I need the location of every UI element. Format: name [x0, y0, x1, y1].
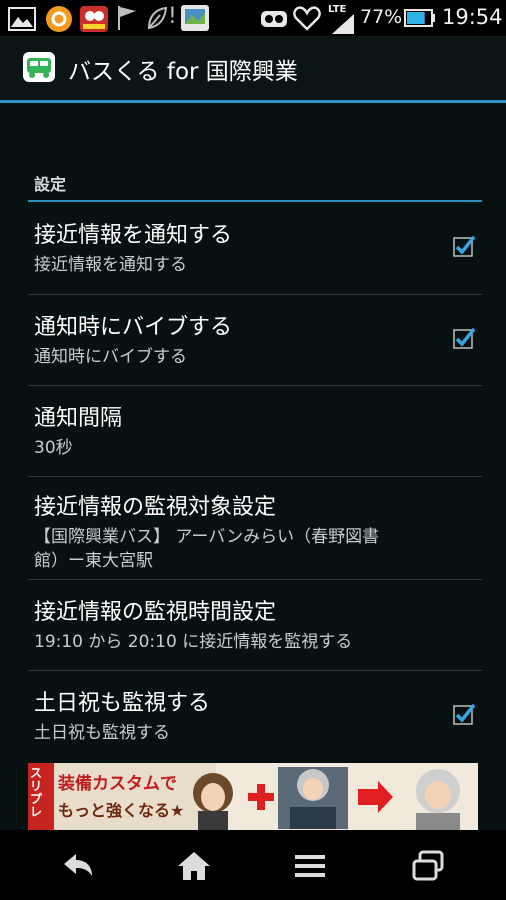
pref-summary: 接近情報を通知する — [34, 255, 187, 275]
heart-icon — [293, 6, 321, 31]
pref-title: 接近情報の監視対象設定 — [34, 495, 277, 520]
section-divider — [28, 200, 482, 202]
home-icon[interactable] — [174, 848, 214, 884]
orange-circle-icon — [46, 6, 72, 32]
settings-list: 設定 接近情報を通知する 接近情報を通知する 通知時にバイブする 通知時にバイブ… — [0, 103, 506, 833]
section-header: 設定 — [34, 175, 67, 194]
status-bar: ! LTE 77% 19:54 — [0, 0, 506, 36]
exclamation-icon: ! — [168, 4, 177, 29]
navigation-bar — [0, 830, 506, 900]
pref-summary-line2: 館）ー東大宮駅 — [34, 551, 153, 571]
app-title: バスくる for 国際興業 — [68, 59, 298, 85]
pref-title: 通知時にバイブする — [34, 315, 233, 340]
pref-notify-approach[interactable]: 接近情報を通知する 接近情報を通知する — [28, 203, 482, 293]
flag-icon — [118, 6, 136, 30]
battery-percent: 77% — [360, 6, 403, 28]
pref-vibrate[interactable]: 通知時にバイブする 通知時にバイブする — [28, 295, 482, 385]
game-icon — [80, 6, 108, 32]
ad-headline-2: もっと強くなる★ — [58, 801, 185, 820]
leaf-icon — [147, 6, 168, 30]
pref-summary-line1: 【国際興業バス】 アーバンみらい（春野図書 — [34, 527, 380, 547]
recent-apps-icon[interactable] — [408, 848, 448, 884]
back-icon[interactable] — [58, 848, 98, 884]
menu-icon[interactable] — [290, 848, 330, 884]
pref-interval[interactable]: 通知間隔 30秒 — [28, 386, 482, 476]
checkbox-icon[interactable] — [453, 703, 475, 725]
pref-title: 接近情報の監視時間設定 — [34, 600, 277, 625]
pref-summary: 30秒 — [34, 438, 73, 458]
clock: 19:54 — [442, 5, 503, 29]
pref-watch-target[interactable]: 接近情報の監視対象設定 【国際興業バス】 アーバンみらい（春野図書 館）ー東大宮… — [28, 477, 482, 579]
pref-summary: 19:10 から 20:10 に接近情報を監視する — [34, 632, 353, 652]
photo-icon — [181, 5, 209, 31]
pref-summary: 通知時にバイブする — [34, 347, 187, 367]
ad-headline-1: 装備カスタムで — [58, 774, 177, 794]
ad-banner[interactable]: スリプレ 装備カスタムで もっと強くなる★ — [28, 763, 478, 833]
pref-title: 接近情報を通知する — [34, 223, 233, 248]
battery-icon — [404, 9, 435, 27]
pref-title: 通知間隔 — [34, 406, 123, 431]
checkbox-icon[interactable] — [453, 235, 475, 257]
checkbox-icon[interactable] — [453, 327, 475, 349]
image-icon — [8, 7, 36, 31]
pref-summary: 土日祝も監視する — [34, 723, 170, 743]
bus-icon[interactable] — [22, 51, 56, 83]
ad-character-illustration — [193, 767, 460, 833]
action-bar: バスくる for 国際興業 — [0, 36, 506, 100]
pref-weekend[interactable]: 土日祝も監視する 土日祝も監視する — [28, 671, 482, 761]
lte-signal-icon — [332, 14, 354, 34]
headset-icon — [261, 11, 287, 27]
pref-watch-time[interactable]: 接近情報の監視時間設定 19:10 から 20:10 に接近情報を監視する — [28, 580, 482, 670]
pref-title: 土日祝も監視する — [34, 691, 211, 716]
ad-side-label: スリプレ — [30, 766, 43, 819]
